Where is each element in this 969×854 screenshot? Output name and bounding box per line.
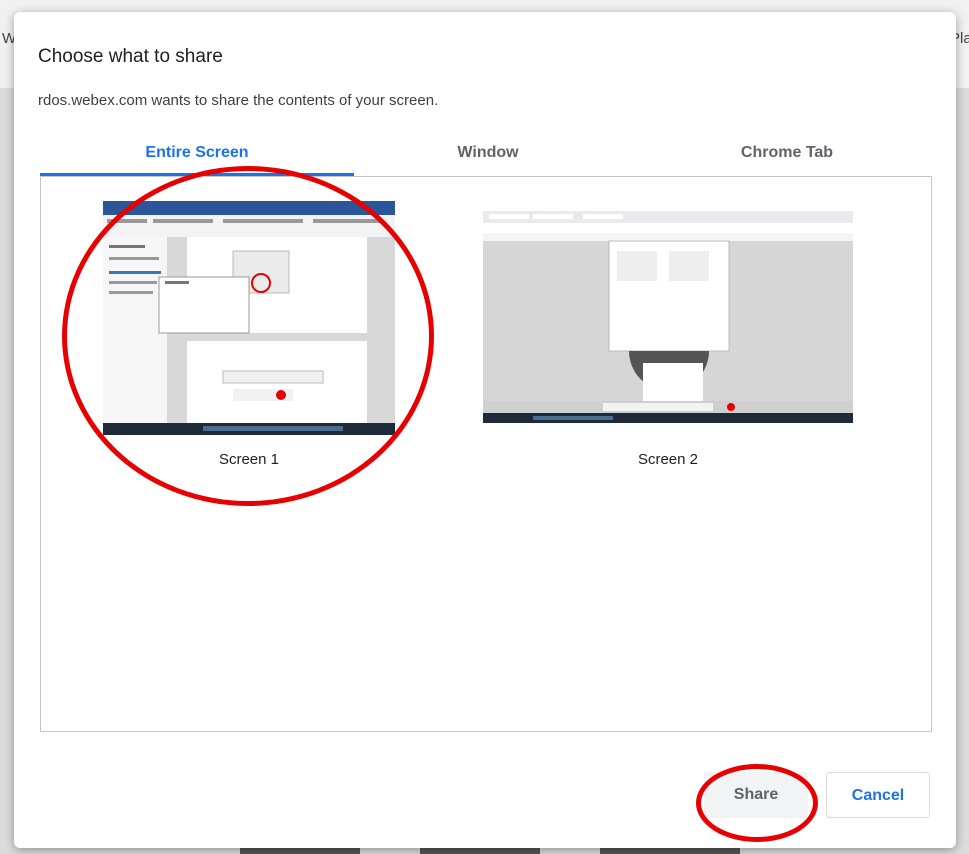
- screen-list-panel: Screen 1 Screen 2: [40, 176, 932, 732]
- dialog-subtitle: rdos.webex.com wants to share the conten…: [38, 92, 439, 109]
- share-dialog: Choose what to share rdos.webex.com want…: [14, 12, 956, 848]
- screen-1-label: Screen 1: [218, 451, 280, 468]
- screen-2-thumbnail: [483, 211, 853, 423]
- share-button[interactable]: Share: [704, 772, 808, 818]
- tab-label: Window: [457, 144, 519, 161]
- screen-option-1[interactable]: Screen 1: [103, 201, 397, 481]
- background-taskbar-fragment: [240, 848, 360, 854]
- tab-bar: Entire Screen Window Chrome Tab: [40, 138, 934, 176]
- dialog-title: Choose what to share: [38, 46, 223, 67]
- tab-entire-screen[interactable]: Entire Screen: [40, 138, 354, 176]
- tab-window[interactable]: Window: [354, 138, 622, 176]
- background-taskbar-fragment: [600, 848, 740, 854]
- cancel-button[interactable]: Cancel: [826, 772, 930, 818]
- tab-chrome-tab[interactable]: Chrome Tab: [640, 138, 934, 176]
- tab-label: Entire Screen: [145, 144, 249, 161]
- screen-1-thumbnail: [103, 201, 395, 435]
- screen-option-2[interactable]: Screen 2: [483, 211, 855, 481]
- screen-2-label: Screen 2: [637, 451, 699, 468]
- tab-label: Chrome Tab: [740, 144, 834, 161]
- background-taskbar-fragment: [420, 848, 540, 854]
